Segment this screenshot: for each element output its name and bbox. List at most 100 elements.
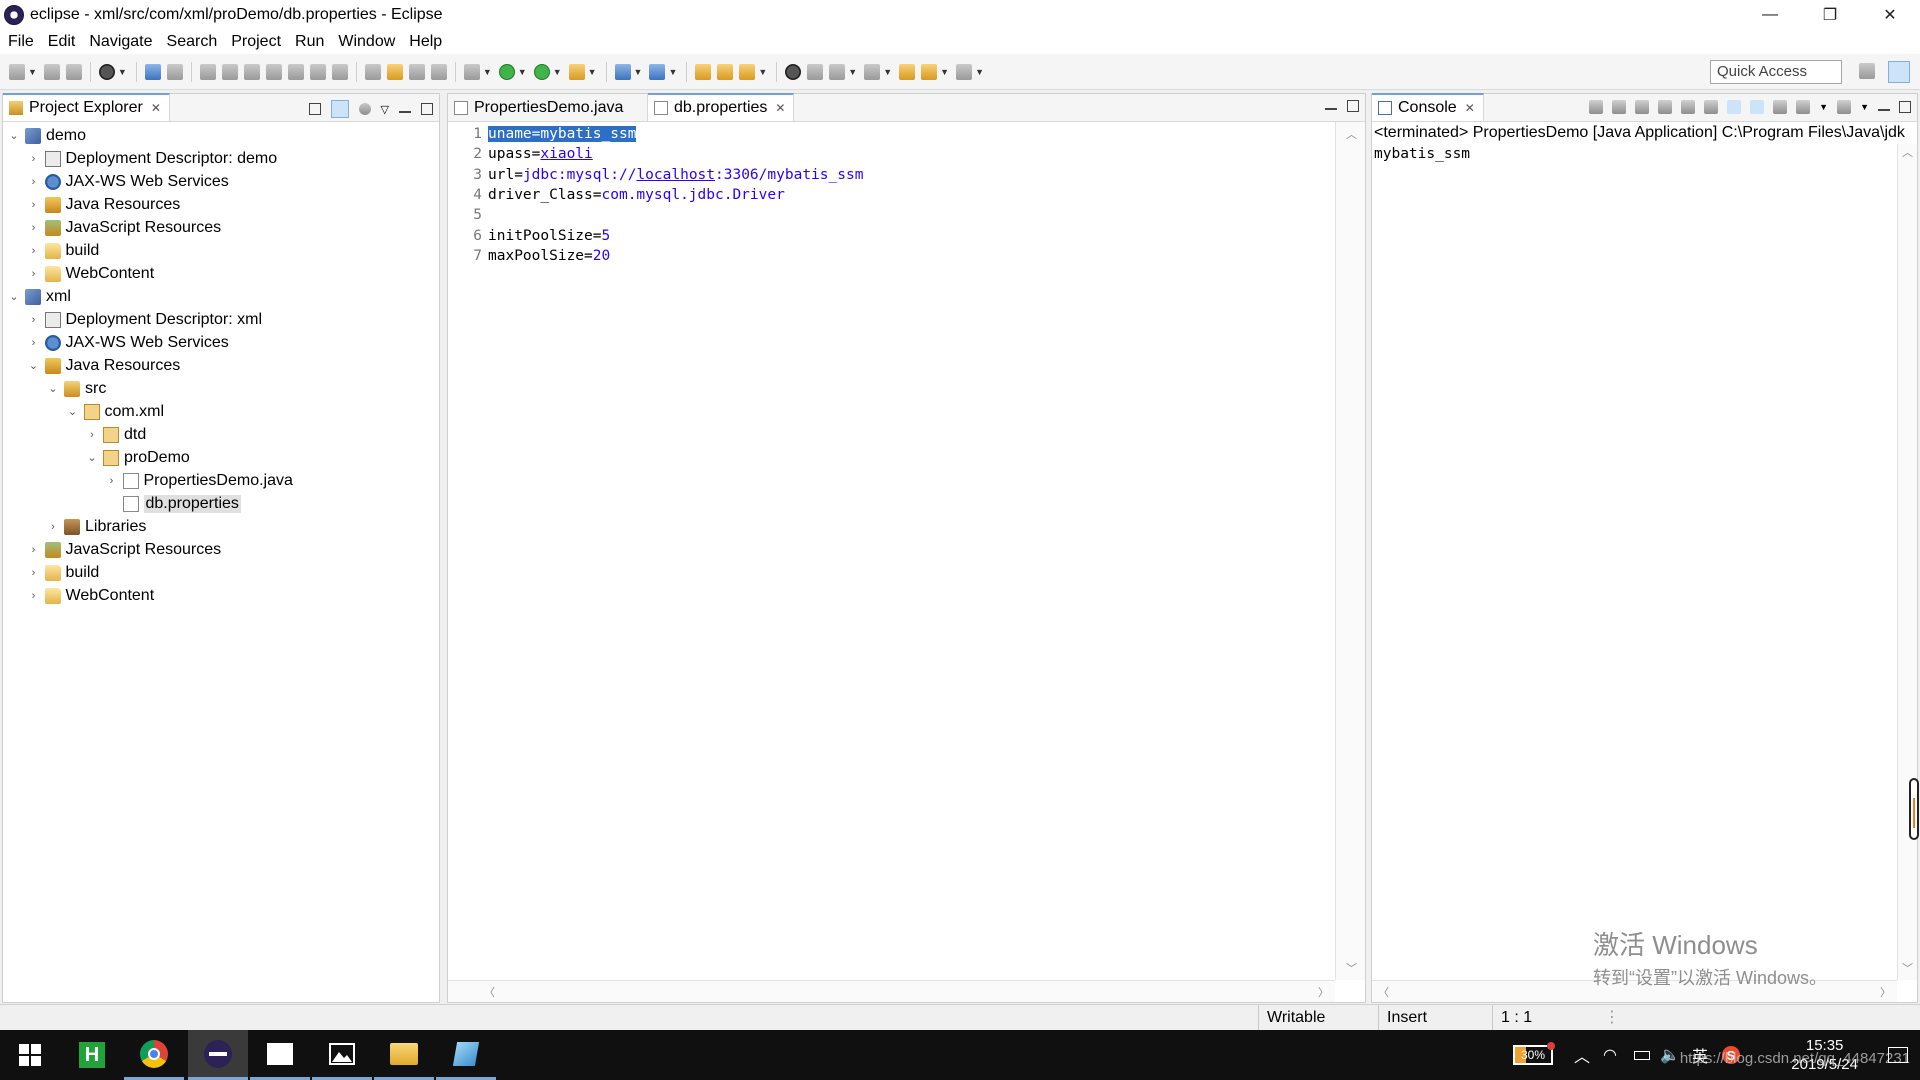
tree-item[interactable]: › Libraries bbox=[3, 515, 439, 538]
debug-icon[interactable] bbox=[463, 63, 480, 80]
power-icon[interactable] bbox=[1634, 1030, 1650, 1080]
word-wrap-icon[interactable] bbox=[1704, 100, 1719, 114]
prev-annotation-icon[interactable] bbox=[864, 63, 881, 80]
open-perspective-button-icon[interactable] bbox=[1859, 63, 1875, 79]
start-button[interactable] bbox=[0, 1030, 60, 1080]
terminal-icon[interactable] bbox=[144, 63, 161, 80]
last-edit-icon[interactable] bbox=[899, 63, 916, 80]
skip-breakpoints-icon[interactable] bbox=[166, 63, 183, 80]
quick-access-input[interactable]: Quick Access bbox=[1710, 60, 1842, 84]
step-over-icon[interactable] bbox=[309, 63, 326, 80]
console-vertical-scrollbar[interactable]: ︿ ﹀ bbox=[1897, 144, 1917, 980]
minimize-button[interactable]: — bbox=[1740, 0, 1800, 29]
show-on-stdout-icon[interactable] bbox=[1727, 100, 1742, 114]
menu-window[interactable]: Window bbox=[332, 33, 401, 51]
chevron-right-icon[interactable]: › bbox=[27, 176, 41, 188]
step-return-icon[interactable] bbox=[331, 63, 348, 80]
open-folder-icon[interactable] bbox=[695, 63, 712, 80]
editor-vertical-scrollbar[interactable]: ︿ ﹀ bbox=[1335, 122, 1365, 980]
hyperlink-segment[interactable]: localhost bbox=[636, 167, 715, 183]
chevron-right-icon[interactable]: › bbox=[27, 337, 41, 349]
chevron-right-icon[interactable]: › bbox=[27, 544, 41, 556]
open-perspective-icon[interactable] bbox=[98, 63, 115, 80]
tree-item[interactable]: ⌄ demo bbox=[3, 124, 439, 147]
tree-item[interactable]: › JavaScript Resources bbox=[3, 216, 439, 239]
menu-search[interactable]: Search bbox=[161, 33, 224, 51]
external-tools-icon[interactable] bbox=[568, 63, 585, 80]
taskbar-notepad[interactable] bbox=[436, 1030, 496, 1080]
battery-indicator[interactable]: 30% bbox=[1513, 1030, 1555, 1080]
tree-item[interactable]: › WebContent bbox=[3, 584, 439, 607]
chevron-down-icon[interactable]: ⌄ bbox=[7, 129, 21, 142]
suspend-icon[interactable] bbox=[221, 63, 238, 80]
tree-item[interactable]: › WebContent bbox=[3, 262, 439, 285]
drop-to-frame-icon[interactable] bbox=[364, 63, 381, 80]
debug-dropdown-icon[interactable]: ▼ bbox=[483, 67, 492, 77]
restore-button[interactable]: ❐ bbox=[1800, 0, 1860, 29]
pin-console-icon[interactable] bbox=[1773, 100, 1788, 114]
taskbar-video-editor[interactable] bbox=[250, 1030, 310, 1080]
scroll-left-icon[interactable]: 〈 bbox=[484, 984, 495, 1000]
maximize-view-icon[interactable] bbox=[421, 103, 433, 115]
terminate-icon[interactable] bbox=[1589, 100, 1604, 114]
code-line[interactable]: initPoolSize=5 bbox=[488, 228, 610, 244]
maximize-view-icon[interactable] bbox=[1347, 100, 1359, 112]
chevron-right-icon[interactable]: › bbox=[27, 222, 41, 234]
tree-item[interactable]: ⌄ com.xml bbox=[3, 400, 439, 423]
chevron-right-icon[interactable]: › bbox=[27, 153, 41, 165]
menu-help[interactable]: Help bbox=[403, 33, 448, 51]
tree-item[interactable]: ⌄ xml bbox=[3, 285, 439, 308]
tree-item[interactable]: › Java Resources bbox=[3, 193, 439, 216]
tree-item[interactable]: ⌄ Java Resources bbox=[3, 354, 439, 377]
tab-console[interactable]: Console ✕ bbox=[1372, 93, 1484, 121]
editor-horizontal-scrollbar[interactable]: 〈 〉 bbox=[448, 980, 1335, 1002]
chevron-right-icon[interactable]: › bbox=[27, 199, 41, 211]
step-into-icon[interactable] bbox=[287, 63, 304, 80]
volume-icon[interactable]: 🔈 bbox=[1660, 1030, 1680, 1080]
code-line[interactable]: uname=mybatis_ssm bbox=[488, 126, 637, 142]
chevron-right-icon[interactable]: › bbox=[105, 475, 119, 487]
menu-navigate[interactable]: Navigate bbox=[83, 33, 158, 51]
new-class-icon[interactable] bbox=[649, 63, 666, 80]
search-dropdown-icon[interactable]: ▼ bbox=[758, 67, 767, 77]
scroll-down-icon[interactable]: ﹀ bbox=[1346, 960, 1357, 976]
open-console-dropdown-icon[interactable]: ▼ bbox=[1860, 102, 1869, 112]
link-with-editor-icon[interactable] bbox=[330, 100, 349, 118]
wifi-icon[interactable]: ◠ bbox=[1603, 1030, 1617, 1080]
taskbar-eclipse[interactable] bbox=[188, 1030, 248, 1080]
coverage-dropdown-icon[interactable]: ▼ bbox=[553, 67, 562, 77]
save-icon[interactable] bbox=[43, 63, 60, 80]
chevron-right-icon[interactable]: › bbox=[27, 268, 41, 280]
new-server-dropdown-icon[interactable]: ▼ bbox=[634, 67, 643, 77]
scroll-up-icon[interactable]: ︿ bbox=[1902, 144, 1913, 160]
menu-file[interactable]: File bbox=[2, 33, 40, 51]
tree-item[interactable]: › JAX-WS Web Services bbox=[3, 170, 439, 193]
build-icon[interactable] bbox=[408, 63, 425, 80]
close-icon[interactable]: ✕ bbox=[775, 101, 785, 115]
forward-dropdown-icon[interactable]: ▼ bbox=[975, 67, 984, 77]
open-console-icon[interactable] bbox=[1837, 100, 1852, 114]
open-type-icon[interactable] bbox=[386, 63, 403, 80]
chevron-down-icon[interactable]: ⌄ bbox=[46, 382, 60, 395]
tree-item[interactable]: › JavaScript Resources bbox=[3, 538, 439, 561]
collapse-all-icon[interactable] bbox=[308, 103, 321, 115]
next-annotation-icon[interactable] bbox=[829, 63, 846, 80]
coverage-icon[interactable] bbox=[533, 63, 550, 80]
display-console-dropdown-icon[interactable]: ▼ bbox=[1819, 102, 1828, 112]
external-tools-dropdown-icon[interactable]: ▼ bbox=[588, 67, 597, 77]
close-icon[interactable]: ✕ bbox=[151, 101, 161, 115]
chevron-right-icon[interactable]: › bbox=[85, 429, 99, 441]
code-line[interactable]: maxPoolSize=20 bbox=[488, 248, 610, 264]
chevron-right-icon[interactable]: › bbox=[27, 245, 41, 257]
chevron-down-icon[interactable]: ⌄ bbox=[27, 359, 41, 372]
menu-project[interactable]: Project bbox=[225, 33, 287, 51]
tree-item[interactable]: › build bbox=[3, 561, 439, 584]
show-whitespace-icon[interactable] bbox=[430, 63, 447, 80]
scroll-left-icon[interactable]: 〈 bbox=[1378, 984, 1389, 1000]
prev-annotation-dropdown-icon[interactable]: ▼ bbox=[883, 67, 892, 77]
disconnect-icon[interactable] bbox=[265, 63, 282, 80]
scroll-lock-icon[interactable] bbox=[1681, 100, 1696, 114]
tree-item[interactable]: db.properties bbox=[3, 492, 439, 515]
new-icon[interactable] bbox=[9, 63, 25, 80]
clear-console-icon[interactable] bbox=[1658, 100, 1673, 114]
